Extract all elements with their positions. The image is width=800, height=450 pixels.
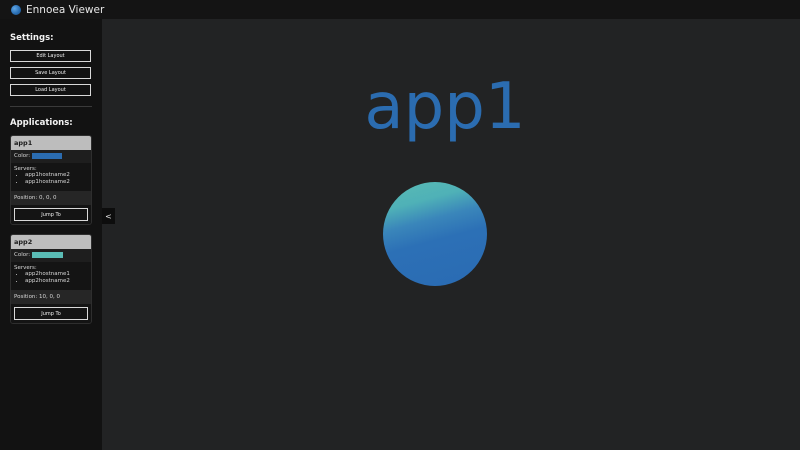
jump-wrap: Jump To [11,304,91,323]
app-color-row: Color: #2B6CB0 [11,150,91,163]
app-position: Position: 10, 0, 0 [11,290,91,304]
applications-heading: Applications: [10,118,73,128]
server-item: app2hostname1 [25,271,88,278]
selected-app-label: app1 [364,70,526,144]
collapse-sidebar-button[interactable]: < [102,208,115,224]
sidebar: Settings: Edit Layout Save Layout Load L… [0,19,102,450]
app-color-value: #5ABCB5 [31,252,63,258]
app-card-title: app2 [11,235,91,249]
settings-heading: Settings: [10,33,54,43]
jump-to-button[interactable]: Jump To [14,208,88,221]
server-item: app1hostname2 [25,179,88,186]
edit-layout-button[interactable]: Edit Layout [10,50,91,62]
app-color-row: Color: #5ABCB5 [11,249,91,262]
app-color-label: Color: [14,252,31,258]
app-logo-icon [11,4,21,15]
app-color-label: Color: [14,153,31,159]
app-color-value: #2B6CB0 [31,153,63,159]
jump-to-button[interactable]: Jump To [14,307,88,320]
app-title: Ennoea Viewer [26,3,105,16]
app-card-app1: app1 Color: #2B6CB0 Servers: app1hostnam… [10,135,92,225]
app-card-title: app1 [11,136,91,150]
app-servers: Servers: app2hostname1 app2hostname2 [11,262,91,290]
jump-wrap: Jump To [11,205,91,224]
app-position: Position: 0, 0, 0 [11,191,91,205]
sidebar-divider [10,106,92,107]
app-servers: Servers: app1hostname2 app1hostname2 [11,163,91,191]
app-sphere[interactable] [383,182,487,286]
server-item: app2hostname2 [25,278,88,285]
title-bar: Ennoea Viewer [0,0,800,19]
server-item: app1hostname2 [25,172,88,179]
app-card-app2: app2 Color: #5ABCB5 Servers: app2hostnam… [10,234,92,324]
load-layout-button[interactable]: Load Layout [10,84,91,96]
save-layout-button[interactable]: Save Layout [10,67,91,79]
